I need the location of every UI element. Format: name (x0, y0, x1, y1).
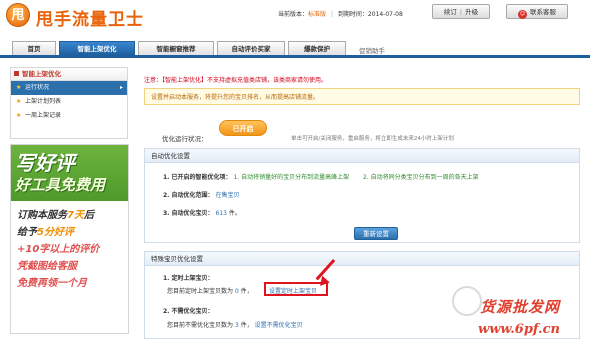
watermark-line-1: 货源批发网 (480, 298, 561, 316)
renew-button[interactable]: 续订 (444, 8, 457, 16)
scheduled-count: 0 (234, 288, 239, 295)
contact-support-button[interactable]: ☺ 联系客服 (506, 4, 568, 19)
promo-line-5: +10字以上的评价 (17, 244, 100, 255)
sidebar-item-week-records[interactable]: ★ 一周上架记录 (11, 109, 127, 123)
enabled-item: 1. 自动将销量好的宝贝分布到流量高峰上架 (233, 174, 350, 181)
expiry-label: 到期时间： (337, 11, 368, 18)
no-optimize-count: 3 (234, 322, 239, 329)
sidebar-title: 智能上架优化 (11, 68, 127, 81)
chevron-right-icon: ▸ (119, 84, 123, 91)
no-optimize-row: 您目前不需优化宝贝数为 3 件， 设置不需优化宝贝 (167, 320, 303, 329)
service-toggle-button[interactable]: 已开启 (219, 120, 267, 136)
promo-line-4: 给予5分好评 (17, 224, 124, 241)
promo-line-2: 好工具免费用 (15, 176, 106, 194)
row-text: 您目前定时上架宝贝数为 (167, 288, 234, 295)
tab-promo-helper[interactable]: 促销助手 (352, 44, 392, 58)
brand-logo-icon: 甩 (6, 3, 30, 27)
promo-line-7: 免费再领一个月 (17, 278, 87, 289)
enabled-items-row: 1. 已开启的智能优化项： 1. 自动将销量好的宝贝分布到流量高峰上架 2. 自… (163, 172, 479, 181)
version-label: 当前版本： (278, 11, 309, 18)
row-text: 件， (240, 288, 253, 295)
tab-auto-review[interactable]: 自动评价买家 (217, 41, 285, 55)
optimized-count: 613 (215, 210, 227, 217)
row-label: 2. 不需优化宝贝： (163, 308, 214, 315)
promo-line-6: 凭截图给客服 (17, 261, 77, 272)
sidebar-item-label: 上架计划列表 (25, 98, 62, 105)
contact-label: 联系客服 (530, 8, 556, 16)
square-icon (14, 71, 19, 76)
main-nav: 首页 智能上架优化 智能橱窗推荐 自动评价买家 爆款保护 促销助手 (0, 38, 590, 58)
status-hint: 单击可开启/关闭服务，重启服务，将立即生成未来24小时上架计划 (291, 136, 454, 142)
warning-body: 【智能上架优化】不支持虚拟充值类店铺，该类商家请勿使用。 (162, 77, 328, 84)
info-banner: 设置并启动本服务，将提升您的宝贝排名，从而提高店铺流量。 (144, 88, 580, 105)
warning-text: 注意：【智能上架优化】不支持虚拟充值类店铺，该类商家请勿使用。 (144, 75, 327, 84)
star-icon: ★ (16, 112, 22, 119)
watermark-line-2: www.6pf.cn (478, 322, 560, 337)
no-optimize-label: 2. 不需优化宝贝： (163, 306, 214, 315)
expiry-value: 2014-07-08 (367, 11, 403, 18)
scheduled-label: 1. 定时上架宝贝： (163, 273, 214, 282)
promo-header: 写好评 好工具免费用 (11, 145, 128, 201)
promo-banner[interactable]: 写好评 好工具免费用 订购本服务7天后 给予5分好评 +10字以上的评价 凭截图… (10, 144, 129, 334)
tab-home[interactable]: 首页 (12, 41, 56, 55)
optimized-count-row: 3. 自动优化宝贝： 613 件。 (163, 208, 241, 217)
panel-title: 特殊宝贝优化设置 (145, 252, 579, 266)
support-icon: ☺ (518, 10, 527, 19)
set-no-optimize-link[interactable]: 设置不需优化宝贝 (255, 322, 303, 329)
reset-settings-button[interactable]: 重新设置 (354, 227, 398, 240)
row-label: 1. 定时上架宝贝： (163, 275, 214, 282)
range-value: 在售宝贝 (215, 192, 240, 199)
promo-body: 订购本服务7天后 给予5分好评 +10字以上的评价 凭截图给客服 免费再领一个月 (11, 201, 128, 333)
star-icon: ★ (16, 84, 22, 91)
panel-title: 自动优化设置 (145, 149, 579, 163)
range-row: 2. 自动优化范围： 在售宝贝 (163, 190, 239, 199)
row-text: 件， (240, 322, 253, 329)
renew-upgrade-group: 续订 | 升级 (432, 4, 490, 19)
promo-text: 后 (83, 210, 94, 221)
watermark-logo-icon (452, 286, 482, 316)
status-label: 优化运行状况： (162, 135, 208, 143)
enabled-item: 2. 自动将同分类宝贝分布到一周的各天上架 (362, 174, 479, 181)
tab-smart-window[interactable]: 智能橱窗推荐 (138, 41, 214, 55)
sidebar-item-label: 一周上架记录 (25, 112, 62, 119)
account-info: 当前版本：标准版 | 到期时间：2014-07-08 (278, 11, 403, 18)
auto-optimize-panel: 自动优化设置 1. 已开启的智能优化项： 1. 自动将销量好的宝贝分布到流量高峰… (144, 148, 580, 243)
promo-highlight: 5分好评 (37, 227, 74, 238)
row-label: 1. 已开启的智能优化项： (163, 174, 232, 181)
row-label: 3. 自动优化宝贝： (163, 210, 214, 217)
sidebar-item-label: 运行状况 (25, 84, 50, 91)
row-label: 2. 自动优化范围： (163, 192, 214, 199)
app-header: 甩 甩手流量卫士 当前版本：标准版 | 到期时间：2014-07-08 续订 | 升… (0, 0, 590, 38)
sidebar: 智能上架优化 ★ 运行状况 ▸ ★ 上架计划列表 ★ 一周上架记录 (10, 67, 128, 139)
tab-smart-listing[interactable]: 智能上架优化 (59, 41, 135, 55)
tab-hot-protect[interactable]: 爆款保护 (288, 41, 346, 55)
star-icon: ★ (16, 98, 22, 105)
promo-text: 订购本服务 (17, 210, 67, 221)
watermark: 货源批发网 www.6pf.cn (444, 280, 590, 350)
promo-text: 给予 (17, 227, 37, 238)
sidebar-item-plan-list[interactable]: ★ 上架计划列表 (11, 95, 127, 109)
scheduled-row: 您目前定时上架宝贝数为 0 件， (167, 286, 253, 295)
promo-line-3: 订购本服务7天后 (17, 207, 124, 224)
version-value: 标准版 (308, 11, 327, 18)
warning-prefix: 注意： (144, 77, 163, 84)
sidebar-item-run-status[interactable]: ★ 运行状况 ▸ (11, 81, 127, 95)
upgrade-button[interactable]: 升级 (465, 8, 478, 16)
brand-name: 甩手流量卫士 (36, 10, 144, 30)
unit: 件。 (228, 210, 241, 217)
sidebar-title-text: 智能上架优化 (22, 70, 61, 78)
row-text: 您目前不需优化宝贝数为 (167, 322, 234, 329)
promo-line-1: 写好评 (15, 151, 75, 175)
promo-highlight: 7天 (67, 210, 84, 221)
